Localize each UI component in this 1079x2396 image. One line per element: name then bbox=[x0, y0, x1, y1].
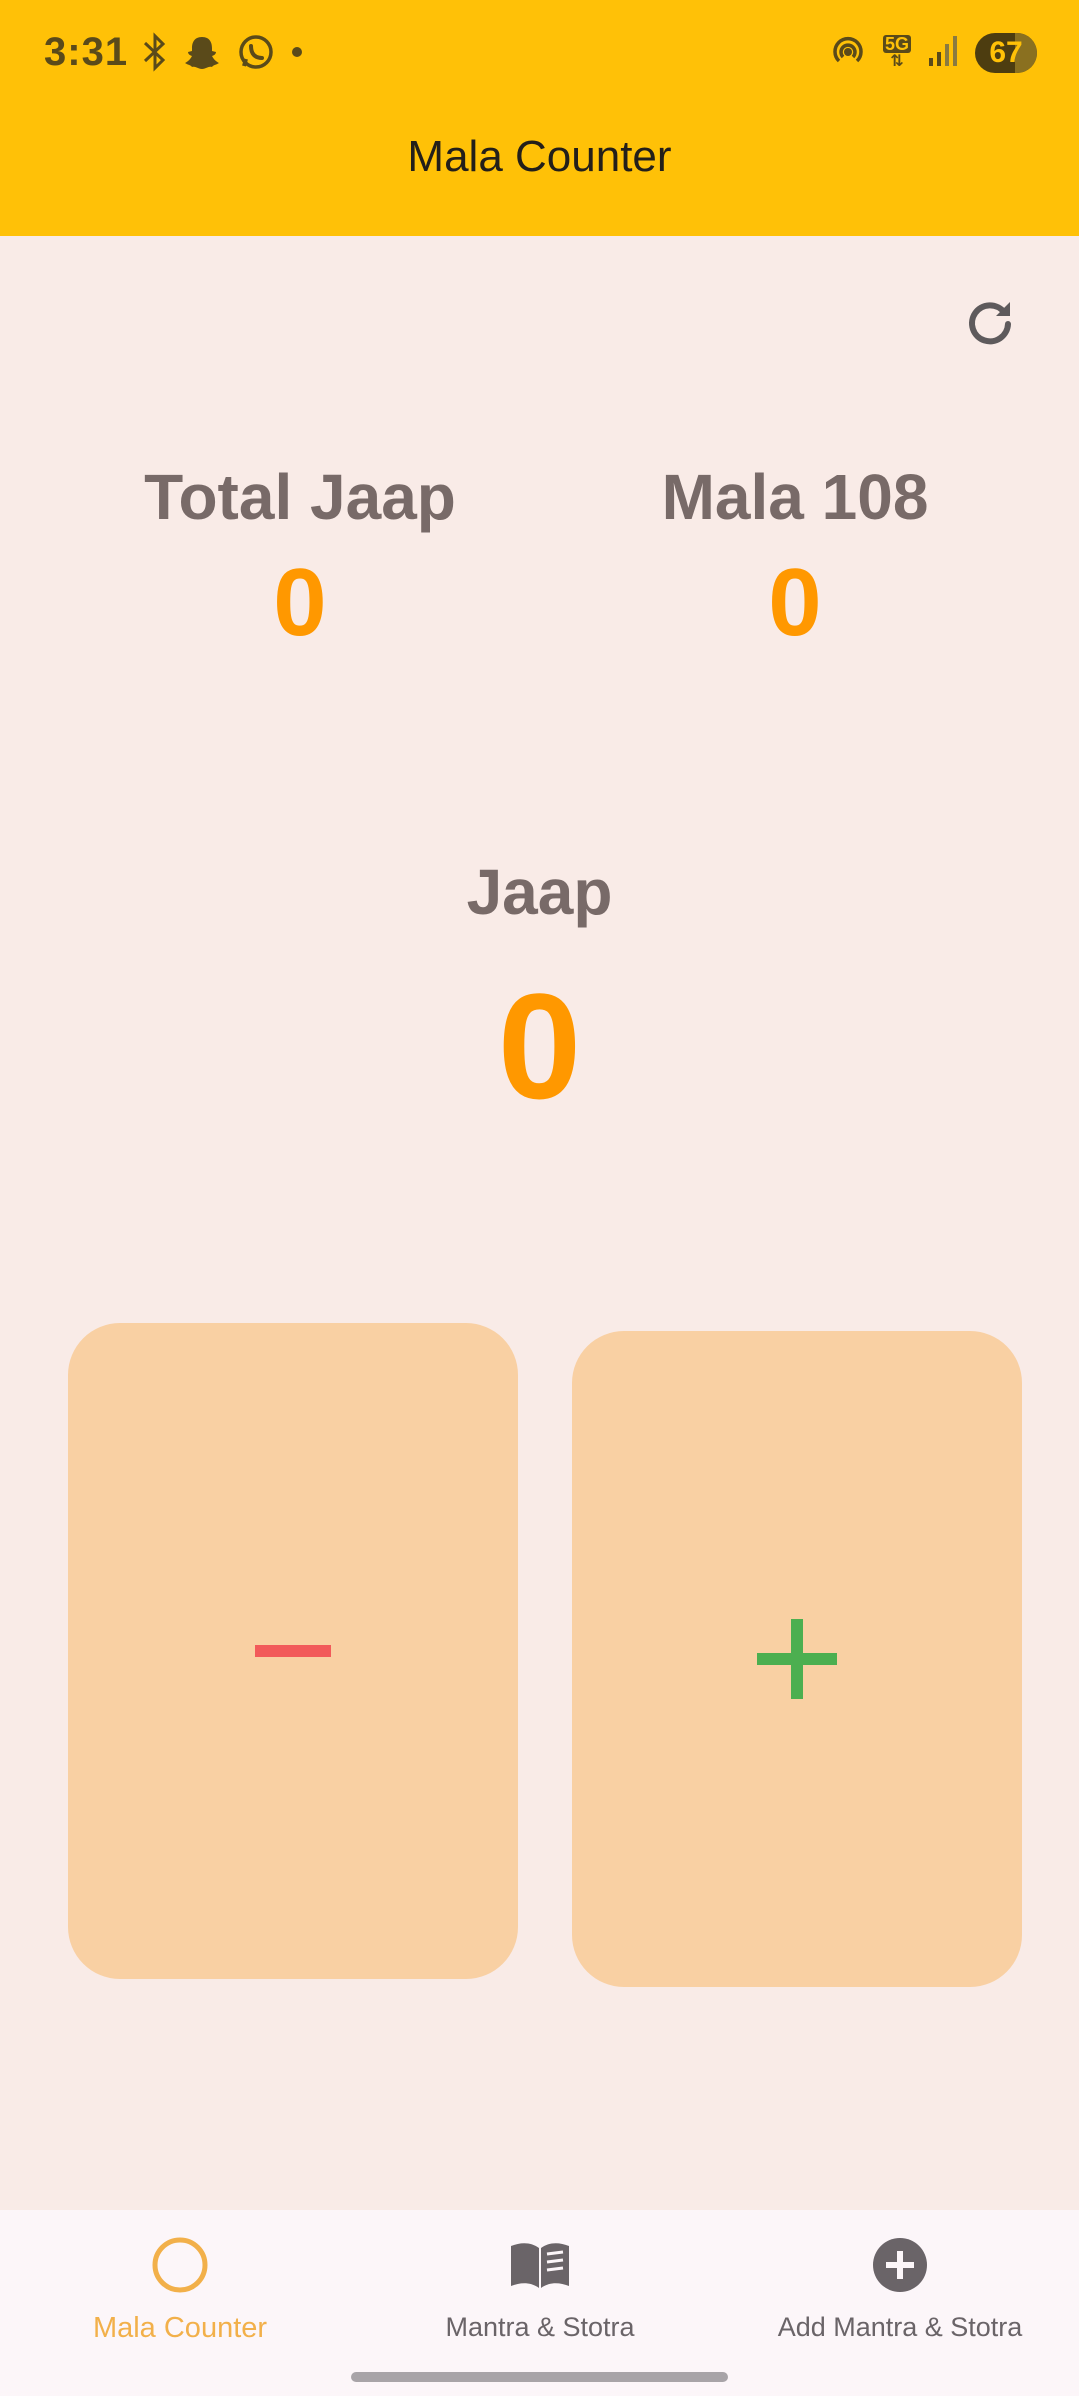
nav-item-add-mantra-stotra[interactable]: Add Mantra & Stotra bbox=[740, 2210, 1060, 2390]
total-jaap-label: Total Jaap bbox=[144, 461, 456, 533]
total-jaap-value: 0 bbox=[273, 549, 327, 656]
plus-icon bbox=[757, 1619, 837, 1699]
battery-icon: 67 bbox=[975, 33, 1037, 73]
mala-count-label: Mala 108 bbox=[661, 461, 929, 533]
dot-icon bbox=[290, 45, 304, 64]
minus-icon bbox=[255, 1645, 331, 1657]
whatsapp-icon bbox=[236, 32, 276, 77]
status-time: 3:31 bbox=[44, 30, 129, 74]
circle-icon bbox=[152, 2237, 208, 2293]
nav-item-mantra-stotra[interactable]: Mantra & Stotra bbox=[400, 2210, 680, 2390]
decrement-button[interactable] bbox=[68, 1323, 518, 1979]
home-indicator[interactable] bbox=[351, 2372, 728, 2382]
reset-button[interactable] bbox=[960, 292, 1020, 352]
increment-button[interactable] bbox=[572, 1331, 1022, 1987]
status-icons-right: 5G ⇅ 67 bbox=[829, 28, 1037, 78]
jaap-value: 0 bbox=[497, 962, 582, 1130]
bottom-navigation: Mala Counter Mantra & Stotra Add Mantra … bbox=[0, 2210, 1079, 2396]
book-icon bbox=[511, 2243, 569, 2288]
nav-label-add-mantra-stotra: Add Mantra & Stotra bbox=[777, 2312, 1023, 2342]
add-circle-icon bbox=[873, 2238, 927, 2292]
hotspot-icon bbox=[829, 32, 867, 75]
app-bar: 3:31 5G ⇅ 67 Mala Counter bbox=[0, 0, 1079, 236]
signal-icon bbox=[927, 34, 959, 73]
page-title: Mala Counter bbox=[407, 132, 672, 181]
nav-label-mantra-stotra: Mantra & Stotra bbox=[445, 2312, 635, 2342]
snapchat-icon bbox=[182, 32, 222, 77]
jaap-label: Jaap bbox=[466, 856, 613, 928]
mala-count-value: 0 bbox=[768, 549, 822, 656]
status-icons-left bbox=[142, 30, 304, 78]
nav-label-mala-counter: Mala Counter bbox=[92, 2312, 268, 2344]
nav-item-mala-counter[interactable]: Mala Counter bbox=[40, 2210, 320, 2390]
5g-icon: 5G ⇅ bbox=[882, 34, 911, 70]
bluetooth-icon bbox=[142, 31, 168, 77]
refresh-icon bbox=[969, 302, 1011, 345]
